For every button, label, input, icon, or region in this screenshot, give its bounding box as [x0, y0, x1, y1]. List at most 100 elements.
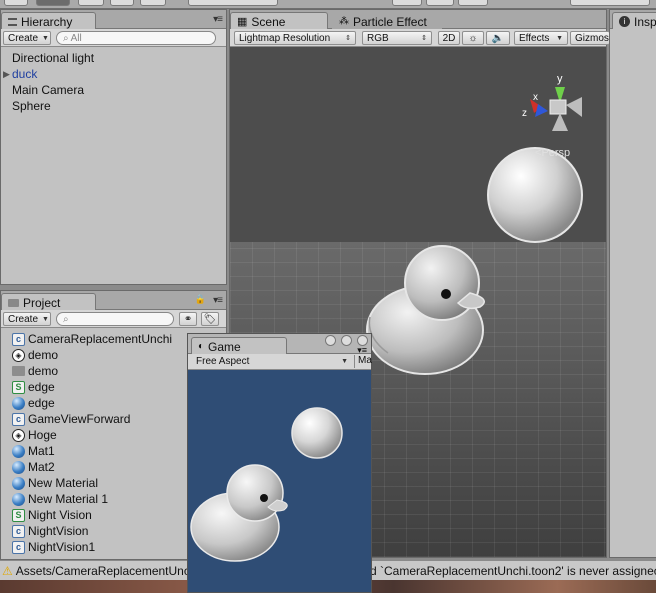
list-item-label: GameViewForward [28, 412, 131, 426]
chevron-updown-icon: ⇕ [421, 35, 427, 42]
maximize-on-play-button[interactable]: Ma [354, 355, 372, 368]
duck-object[interactable] [366, 245, 485, 375]
shader-icon: S [12, 380, 25, 394]
hierarchy-panel: Hierarchy ▾≡ Create ▼ ⌕ All Directional l… [0, 9, 227, 285]
info-icon: i [619, 16, 630, 27]
pause-button[interactable] [426, 0, 454, 6]
inspector-tabrow: i Insp [610, 10, 656, 29]
filter-icon: ⚭ [183, 313, 193, 325]
project-tab-label: Project [23, 295, 61, 310]
filter-by-type-button[interactable]: ⚭ [179, 312, 197, 326]
hierarchy-search-input[interactable]: ⌕ All [56, 31, 216, 45]
filter-by-label-button[interactable]: 🏷 [201, 312, 219, 326]
inspector-tab-label: Insp [634, 14, 656, 29]
lightmap-resolution-dropdown[interactable]: Lightmap Resolution ⇕ [234, 31, 356, 45]
game-objects [190, 407, 343, 562]
tag-icon: 🏷 [203, 313, 217, 325]
gizmo-x-label: x [533, 92, 538, 103]
move-tool-button[interactable] [36, 0, 70, 6]
sun-icon: ☼ [468, 32, 478, 44]
search-icon: ⌕ [63, 313, 69, 325]
hierarchy-search-placeholder: All [70, 32, 82, 44]
tab-inspector[interactable]: i Insp [612, 12, 656, 29]
script-icon: c [12, 412, 25, 426]
list-item-label: NightVision [28, 524, 89, 538]
scene-toolbar: Lightmap Resolution ⇕ RGB ⇕ 2D ☼ 🔈 Effects… [230, 29, 610, 47]
rect-tool-button[interactable] [140, 0, 166, 6]
panel-menu-icon[interactable]: ▾≡ [213, 295, 223, 306]
particle-tab-label: Particle Effect [353, 14, 427, 29]
tab-hierarchy[interactable]: Hierarchy [1, 12, 96, 29]
folder-icon [8, 298, 19, 307]
game-window: ◐ Game ▾≡ Free Aspect ▼ Ma [187, 333, 372, 593]
scene-grid-icon: ▦ [237, 16, 248, 28]
scene-audio-button[interactable]: 🔈 [486, 31, 510, 45]
play-button[interactable] [392, 0, 422, 6]
list-item-label: demo [28, 364, 59, 378]
hierarchy-item-duck[interactable]: ▶ duck [1, 66, 226, 82]
panel-menu-icon[interactable]: ▾≡ [213, 14, 223, 25]
folder-icon [12, 366, 25, 376]
minimize-button[interactable] [325, 335, 336, 346]
list-item-label: CameraReplacementUnchi [28, 332, 173, 346]
layers-dropdown[interactable] [570, 0, 650, 6]
tab-project[interactable]: Project [1, 293, 96, 310]
game-tab-label: Game [208, 339, 241, 354]
hierarchy-item-label: Main Camera [12, 83, 85, 97]
status-message-left: Assets/CameraReplacementUnc [15, 563, 190, 578]
hierarchy-icon [8, 17, 17, 26]
hierarchy-tab-label: Hierarchy [21, 14, 73, 29]
material-icon [12, 492, 25, 506]
sphere-object[interactable] [487, 147, 583, 243]
zoom-button[interactable] [341, 335, 352, 346]
tab-game[interactable]: ◐ Game [191, 337, 287, 354]
project-toolbar: Create ▼ ⌕ ⚭ 🏷 [1, 310, 226, 328]
unity-scene-icon: ◈ [12, 428, 25, 442]
aspect-dropdown[interactable]: Free Aspect ▼ [192, 355, 352, 368]
effects-dropdown[interactable]: Effects ▼ [514, 31, 568, 45]
hierarchy-tabrow: Hierarchy ▾≡ [1, 10, 226, 29]
hand-tool-button[interactable] [4, 0, 28, 6]
game-pacman-icon: ◐ [198, 341, 205, 352]
lock-icon[interactable]: 🔒 [195, 294, 206, 305]
project-create-dropdown[interactable]: Create ▼ [3, 312, 51, 326]
game-titlebar[interactable]: ◐ Game ▾≡ [188, 334, 371, 355]
hierarchy-create-label: Create [8, 32, 39, 44]
hierarchy-item-sphere[interactable]: Sphere [1, 98, 226, 114]
scene-lighting-button[interactable]: ☼ [462, 31, 484, 45]
list-item-label: demo [28, 348, 59, 362]
hierarchy-list: Directional light ▶ duck Main Camera Sph… [1, 50, 226, 114]
speaker-icon: 🔈 [491, 32, 505, 44]
material-icon [12, 396, 25, 410]
tab-scene[interactable]: ▦ Scene [230, 12, 328, 29]
warning-icon: ⚠ [2, 563, 13, 578]
rotate-tool-button[interactable] [78, 0, 104, 6]
hierarchy-item-directional-light[interactable]: Directional light [1, 50, 226, 66]
list-item-label: edge [28, 396, 55, 410]
game-viewport[interactable] [188, 370, 371, 592]
gizmos-dropdown[interactable]: Gizmos [570, 31, 610, 45]
2d-label: 2D [442, 32, 456, 44]
persp-label[interactable]: <Persp [535, 147, 570, 159]
pivot-toggle[interactable] [188, 0, 278, 6]
inspector-panel: i Insp [609, 9, 656, 558]
scale-tool-button[interactable] [110, 0, 134, 6]
expand-arrow-icon[interactable]: ▶ [3, 69, 12, 80]
chevron-down-icon: ▼ [42, 315, 49, 323]
hierarchy-create-dropdown[interactable]: Create ▼ [3, 31, 51, 45]
tab-particle-effect[interactable]: ⁂ Particle Effect [332, 12, 442, 29]
gizmo-z-label: z [522, 108, 527, 119]
chevron-updown-icon: ⇕ [345, 35, 351, 42]
2d-toggle-button[interactable]: 2D [438, 31, 460, 45]
list-item-label: edge [28, 380, 55, 394]
list-item-label: Mat2 [28, 460, 55, 474]
gizmo-y-label: y [557, 73, 563, 85]
hierarchy-item-main-camera[interactable]: Main Camera [1, 82, 226, 98]
game-toolbar: Free Aspect ▼ Ma [188, 354, 372, 370]
render-mode-dropdown[interactable]: RGB ⇕ [362, 31, 432, 45]
unity-scene-icon: ◈ [12, 348, 25, 362]
hierarchy-item-label: Sphere [12, 99, 51, 113]
step-button[interactable] [458, 0, 488, 6]
project-search-input[interactable]: ⌕ [56, 312, 174, 326]
list-item-label: Hoge [28, 428, 57, 442]
